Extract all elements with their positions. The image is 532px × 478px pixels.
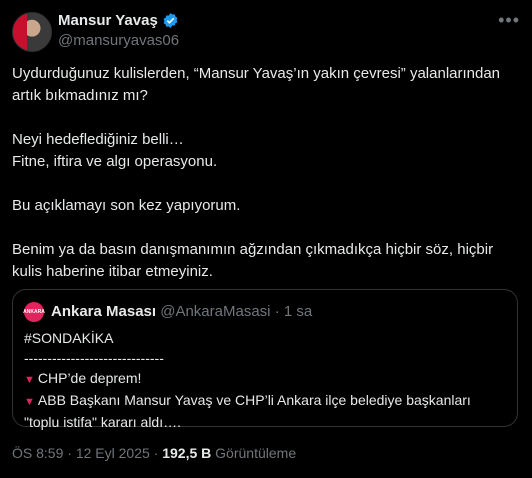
meta-separator: ·: [67, 445, 72, 461]
views-count[interactable]: 192,5 B: [162, 445, 211, 461]
tweet-line: [12, 173, 517, 195]
tweet-line: Fitne, iftira ve algı operasyonu.: [12, 153, 218, 170]
quote-item-text: ABB Başkanı Mansur Yavaş ve CHP’li Ankar…: [24, 392, 471, 430]
tweet-line: Uydurduğunuz kulislerden, “Mansur Yavaş’…: [12, 65, 501, 104]
tweet-meta: ÖS 8:59 · 12 Eyl 2025 · 192,5 B Görüntül…: [12, 445, 296, 461]
quote-handle[interactable]: @AnkaraMasasi: [160, 303, 270, 320]
author-avatar[interactable]: [12, 12, 52, 52]
verified-badge-icon: [163, 13, 178, 28]
tweet-line: Benim ya da basın danışmanımın ağzından …: [12, 241, 494, 280]
more-icon[interactable]: •••: [498, 10, 520, 31]
author-name[interactable]: Mansur Yavaş: [58, 12, 158, 29]
red-triangle-icon: ▼: [24, 396, 35, 408]
quote-avatar[interactable]: ANKARA: [23, 302, 45, 322]
quote-hashtag[interactable]: #SONDAKİKA: [24, 328, 509, 348]
author-handle[interactable]: @mansuryavas06: [58, 32, 179, 49]
tweet-line: Neyi hedeflediğiniz belli…: [12, 131, 184, 148]
quoted-tweet[interactable]: ANKARA Ankara Masası @AnkaraMasasi · 1 s…: [12, 289, 518, 430]
author-name-row: Mansur Yavaş: [58, 12, 179, 29]
quote-body: #SONDAKİKA -----------------------------…: [24, 328, 509, 432]
quote-item: ▼ ABB Başkanı Mansur Yavaş ve CHP’li Anka…: [24, 390, 509, 432]
quote-time[interactable]: 1 sa: [284, 303, 312, 320]
tweet-line: [12, 217, 517, 239]
quote-avatar-text: ANKARA: [23, 309, 45, 315]
tweet-date[interactable]: 12 Eyl 2025: [76, 445, 150, 461]
red-triangle-icon: ▼: [24, 374, 35, 386]
tweet-text: Uydurduğunuz kulislerden, “Mansur Yavaş’…: [12, 63, 517, 283]
quote-header: Ankara Masası @AnkaraMasasi · 1 sa: [51, 303, 312, 320]
quote-divider-text: ------------------------------: [24, 350, 164, 366]
meta-separator: ·: [153, 445, 159, 461]
views-label: Görüntüleme: [215, 445, 297, 461]
quote-item: ▼ CHP’de deprem!: [24, 368, 509, 390]
tweet-line: [12, 107, 517, 129]
quote-separator: ·: [274, 303, 280, 320]
tweet-time[interactable]: ÖS 8:59: [12, 445, 63, 461]
quote-item-text: CHP’de deprem!: [37, 370, 142, 386]
tweet-line: Bu açıklamayı son kez yapıyorum.: [12, 197, 241, 214]
quote-name[interactable]: Ankara Masası: [51, 303, 156, 320]
